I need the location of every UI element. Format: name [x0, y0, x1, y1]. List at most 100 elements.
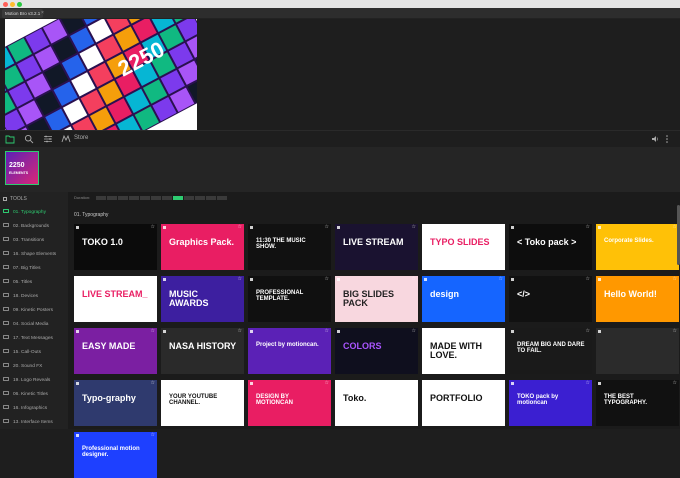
menu-dots-icon[interactable] [662, 134, 672, 144]
zoom-window-button[interactable] [17, 1, 22, 7]
template-card[interactable]: ☆ BIG SLIDES PACK [335, 276, 418, 322]
template-card[interactable]: ☆ NASA HISTORY [161, 328, 244, 374]
template-card[interactable]: ☆ [596, 328, 679, 374]
sidebar-item[interactable]: 19. Logo Reveals [3, 375, 67, 387]
template-card[interactable]: ☆ PROFESSIONAL TEMPLATE. [248, 276, 331, 322]
sidebar-item[interactable]: 15. Call-Outs [3, 347, 67, 359]
sidebar-item[interactable]: 03. Transitions [3, 235, 67, 247]
template-card-title: < Toko pack > [517, 237, 577, 247]
template-card[interactable]: ☆ LIVE STREAM [335, 224, 418, 270]
template-card[interactable]: ☆ MUSIC AWARDS [161, 276, 244, 322]
template-card[interactable]: ☆ COLORS [335, 328, 418, 374]
template-card[interactable]: ☆ Professional motion designer. [74, 432, 157, 478]
template-card[interactable]: ☆ TOKO pack by motioncan [509, 380, 592, 426]
favorite-star-icon[interactable]: ☆ [151, 380, 155, 386]
favorite-star-icon[interactable]: ☆ [325, 276, 329, 282]
favorite-star-icon[interactable]: ☆ [238, 380, 242, 386]
favorite-star-icon[interactable]: ☆ [151, 432, 155, 438]
duration-filter-segment[interactable] [173, 196, 183, 200]
sidebar-item[interactable]: 04. Social Media [3, 319, 67, 331]
sliders-icon[interactable] [43, 134, 53, 144]
store-label[interactable]: Store [74, 135, 88, 141]
sidebar-item[interactable]: 17. Text Messages [3, 333, 67, 345]
template-card[interactable]: ☆ 11:30 THE MUSIC SHOW. [248, 224, 331, 270]
favorite-star-icon[interactable]: ☆ [673, 328, 677, 334]
duration-filter-segment[interactable] [184, 196, 194, 200]
search-icon[interactable] [24, 134, 34, 144]
duration-filter-segment[interactable] [162, 196, 172, 200]
duration-filter-segment[interactable] [129, 196, 139, 200]
template-card[interactable]: ☆ DREAM BIG AND DARE TO FAIL. [509, 328, 592, 374]
duration-filter-segment[interactable] [217, 196, 227, 200]
favorite-star-icon[interactable]: ☆ [499, 224, 503, 230]
favorite-star-icon[interactable]: ☆ [412, 276, 416, 282]
template-card[interactable]: ☆ LIVE STREAM_ [74, 276, 157, 322]
duration-filter-segment[interactable] [206, 196, 216, 200]
sidebar-item[interactable]: 02. Backgrounds [3, 221, 67, 233]
favorite-star-icon[interactable]: ☆ [238, 328, 242, 334]
favorite-star-icon[interactable]: ☆ [151, 276, 155, 282]
template-card[interactable]: ☆ YOUR YOUTUBE CHANNEL. [161, 380, 244, 426]
duration-filter-segment[interactable] [151, 196, 161, 200]
template-card[interactable]: ☆ MADE WITH LOVE. [422, 328, 505, 374]
sidebar-item[interactable]: 01. Typography [3, 207, 67, 219]
favorite-star-icon[interactable]: ☆ [238, 224, 242, 230]
template-card[interactable]: ☆ design [422, 276, 505, 322]
template-card[interactable]: ☆ THE BEST TYPOGRAPHY. [596, 380, 679, 426]
close-window-button[interactable] [3, 1, 8, 7]
sidebar-item[interactable]: 06. Kinetic Titles [3, 389, 67, 401]
sidebar-item[interactable]: 13. Interface Items [3, 417, 67, 429]
duration-filter-segment[interactable] [140, 196, 150, 200]
folder-icon[interactable] [5, 134, 15, 144]
template-card[interactable]: ☆ PORTFOLIO [422, 380, 505, 426]
favorite-star-icon[interactable]: ☆ [412, 224, 416, 230]
favorite-star-icon[interactable]: ☆ [412, 328, 416, 334]
favorite-star-icon[interactable]: ☆ [238, 276, 242, 282]
template-card[interactable]: ☆ Graphics Pack. [161, 224, 244, 270]
favorite-star-icon[interactable]: ☆ [325, 328, 329, 334]
store-icon[interactable] [61, 134, 71, 144]
template-card[interactable]: ☆ TOKO 1.0 [74, 224, 157, 270]
sidebar-item[interactable]: 18. Devices [3, 291, 67, 303]
favorite-star-icon[interactable]: ☆ [673, 276, 677, 282]
tab-close-icon[interactable]: × [41, 9, 44, 18]
favorite-star-icon[interactable]: ☆ [412, 380, 416, 386]
favorite-star-icon[interactable]: ☆ [586, 328, 590, 334]
duration-filter-segment[interactable] [96, 196, 106, 200]
favorite-star-icon[interactable]: ☆ [151, 328, 155, 334]
favorite-star-icon[interactable]: ☆ [586, 276, 590, 282]
template-card[interactable]: ☆ </> [509, 276, 592, 322]
minimize-window-button[interactable] [10, 1, 15, 7]
duration-filter-segment[interactable] [118, 196, 128, 200]
favorite-star-icon[interactable]: ☆ [499, 276, 503, 282]
favorite-star-icon[interactable]: ☆ [586, 224, 590, 230]
template-card[interactable]: ☆ EASY MADE [74, 328, 157, 374]
volume-icon[interactable] [650, 134, 660, 144]
sidebar-item[interactable]: 05. Titles [3, 277, 67, 289]
duration-filter-segment[interactable] [107, 196, 117, 200]
template-card[interactable]: ☆ DESIGN BY MOTIONCAN [248, 380, 331, 426]
template-card[interactable]: ☆ Hello World! [596, 276, 679, 322]
template-card-title: Project by motioncan. [256, 342, 319, 348]
template-card[interactable]: ☆ TYPO SLIDES [422, 224, 505, 270]
favorite-star-icon[interactable]: ☆ [151, 224, 155, 230]
sidebar-item[interactable]: 20. Sound FX [3, 361, 67, 373]
sidebar-item[interactable]: 07. Big Titles [3, 263, 67, 275]
sidebar-item[interactable]: 16. Infographics [3, 403, 67, 415]
sidebar-item[interactable]: 16. Shape Elements [3, 249, 67, 261]
favorite-star-icon[interactable]: ☆ [586, 380, 590, 386]
tab-motion-bro[interactable]: Motion Bro v3.2.1 [2, 9, 44, 18]
pack-thumbnail[interactable]: 2250 ELEMENTS [5, 151, 39, 185]
sidebar-item[interactable]: 09. Kinetic Posters [3, 305, 67, 317]
template-card[interactable]: ☆ Project by motioncan. [248, 328, 331, 374]
favorite-star-icon[interactable]: ☆ [499, 380, 503, 386]
favorite-star-icon[interactable]: ☆ [673, 380, 677, 386]
favorite-star-icon[interactable]: ☆ [325, 224, 329, 230]
template-card[interactable]: ☆ Toko. [335, 380, 418, 426]
favorite-star-icon[interactable]: ☆ [325, 380, 329, 386]
favorite-star-icon[interactable]: ☆ [499, 328, 503, 334]
duration-filter-segment[interactable] [195, 196, 205, 200]
template-card[interactable]: ☆ Typo-graphy [74, 380, 157, 426]
template-card[interactable]: ☆ < Toko pack > [509, 224, 592, 270]
template-card[interactable]: ☆ Corporate Slides. [596, 224, 679, 270]
